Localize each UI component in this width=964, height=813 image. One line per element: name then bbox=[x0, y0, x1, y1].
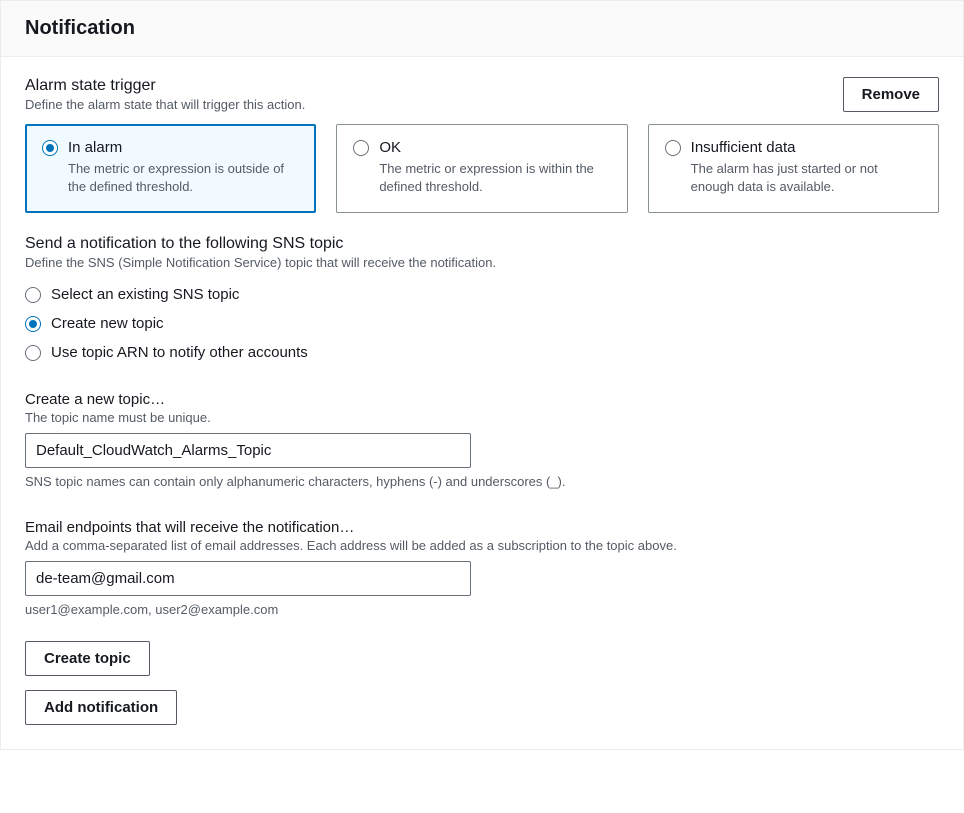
email-field: Email endpoints that will receive the no… bbox=[25, 519, 939, 617]
option-create-new-topic[interactable]: Create new topic bbox=[25, 309, 939, 338]
sns-topic-options: Select an existing SNS topic Create new … bbox=[25, 280, 939, 367]
radio-icon bbox=[353, 140, 369, 156]
email-sub: user1@example.com, user2@example.com bbox=[25, 602, 939, 617]
tile-head: Insufficient data bbox=[665, 139, 922, 156]
option-existing-topic[interactable]: Select an existing SNS topic bbox=[25, 280, 939, 309]
create-topic-button[interactable]: Create topic bbox=[25, 641, 150, 676]
card-header: Notification bbox=[1, 1, 963, 57]
alarm-state-header-row: Alarm state trigger Define the alarm sta… bbox=[25, 77, 939, 112]
tile-insufficient-data[interactable]: Insufficient data The alarm has just sta… bbox=[648, 124, 939, 213]
action-buttons: Create topic Add notification bbox=[25, 641, 939, 725]
alarm-state-desc: Define the alarm state that will trigger… bbox=[25, 97, 305, 112]
notification-card: Notification Alarm state trigger Define … bbox=[0, 0, 964, 750]
topic-name-input[interactable] bbox=[25, 433, 471, 468]
radio-icon bbox=[25, 316, 41, 332]
radio-icon bbox=[42, 140, 58, 156]
create-topic-label: Create a new topic… bbox=[25, 391, 939, 408]
email-input[interactable] bbox=[25, 561, 471, 596]
tile-desc: The metric or expression is outside of t… bbox=[42, 160, 299, 196]
tile-desc: The alarm has just started or not enough… bbox=[665, 160, 922, 196]
tile-ok[interactable]: OK The metric or expression is within th… bbox=[336, 124, 627, 213]
card-body: Alarm state trigger Define the alarm sta… bbox=[1, 57, 963, 749]
sns-topic-section: Send a notification to the following SNS… bbox=[25, 235, 939, 367]
option-label: Select an existing SNS topic bbox=[51, 286, 239, 303]
tile-title: OK bbox=[379, 139, 401, 156]
email-hint: Add a comma-separated list of email addr… bbox=[25, 538, 939, 553]
sns-topic-title: Send a notification to the following SNS… bbox=[25, 235, 939, 253]
tile-head: OK bbox=[353, 139, 610, 156]
email-label: Email endpoints that will receive the no… bbox=[25, 519, 939, 536]
radio-icon bbox=[665, 140, 681, 156]
add-notification-button[interactable]: Add notification bbox=[25, 690, 177, 725]
tile-desc: The metric or expression is within the d… bbox=[353, 160, 610, 196]
option-use-arn[interactable]: Use topic ARN to notify other accounts bbox=[25, 338, 939, 367]
create-topic-hint: The topic name must be unique. bbox=[25, 410, 939, 425]
alarm-state-tiles: In alarm The metric or expression is out… bbox=[25, 124, 939, 213]
option-label: Use topic ARN to notify other accounts bbox=[51, 344, 308, 361]
create-topic-sub: SNS topic names can contain only alphanu… bbox=[25, 474, 939, 489]
option-label: Create new topic bbox=[51, 315, 164, 332]
sns-topic-desc: Define the SNS (Simple Notification Serv… bbox=[25, 255, 939, 270]
tile-in-alarm[interactable]: In alarm The metric or expression is out… bbox=[25, 124, 316, 213]
radio-icon bbox=[25, 287, 41, 303]
tile-head: In alarm bbox=[42, 139, 299, 156]
create-topic-field: Create a new topic… The topic name must … bbox=[25, 391, 939, 489]
page-title: Notification bbox=[25, 17, 939, 40]
remove-button[interactable]: Remove bbox=[843, 77, 939, 112]
radio-icon bbox=[25, 345, 41, 361]
alarm-state-headings: Alarm state trigger Define the alarm sta… bbox=[25, 77, 305, 112]
tile-title: In alarm bbox=[68, 139, 122, 156]
tile-title: Insufficient data bbox=[691, 139, 796, 156]
alarm-state-title: Alarm state trigger bbox=[25, 77, 305, 95]
